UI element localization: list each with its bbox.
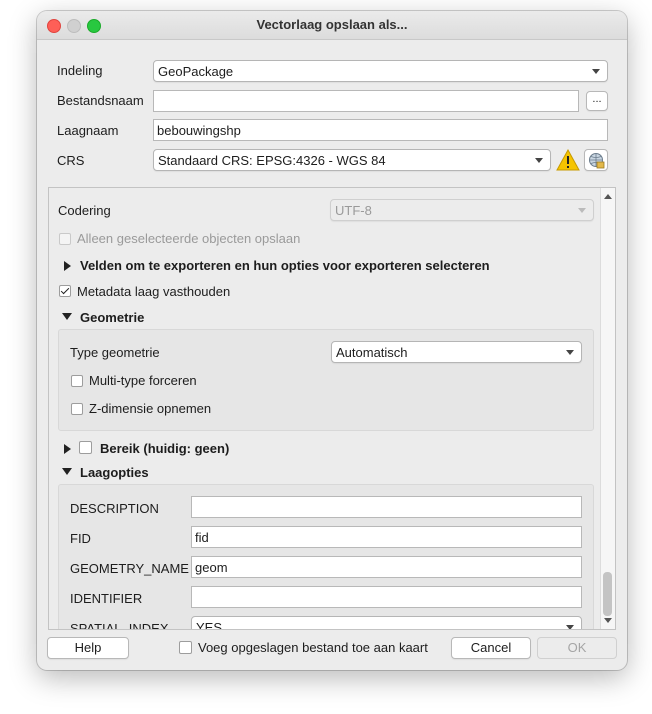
include-z-checkbox[interactable]: [71, 403, 83, 415]
layer-option-fid-input[interactable]: fid: [191, 526, 582, 548]
cancel-button[interactable]: Cancel: [451, 637, 531, 659]
keep-metadata-checkbox[interactable]: [59, 285, 71, 297]
fields-section-toggle[interactable]: Velden om te exporteren en hun opties vo…: [80, 257, 490, 275]
extent-checkbox[interactable]: [79, 441, 92, 454]
layer-option-value: geom: [195, 560, 228, 575]
layer-options-section-toggle[interactable]: Laagopties: [80, 464, 149, 482]
force-multi-checkbox[interactable]: [71, 375, 83, 387]
layername-label: Laagnaam: [57, 123, 119, 138]
save-vector-layer-dialog: Vectorlaag opslaan als... Indeling GeoPa…: [37, 11, 627, 670]
ok-button[interactable]: OK: [537, 637, 617, 659]
crs-value: Standaard CRS: EPSG:4326 - WGS 84: [158, 153, 386, 168]
browse-button[interactable]: ...: [586, 91, 608, 111]
encoding-value: UTF-8: [335, 203, 372, 218]
scroll-down-icon[interactable]: [604, 618, 612, 623]
layername-input[interactable]: bebouwingshp: [153, 119, 608, 141]
title-bar: Vectorlaag opslaan als...: [37, 11, 627, 40]
warning-icon: [556, 148, 580, 171]
layer-option-key: FID: [70, 531, 91, 546]
format-combobox[interactable]: GeoPackage: [153, 60, 608, 82]
format-label: Indeling: [57, 63, 103, 78]
layer-option-key: SPATIAL_INDEX: [70, 621, 169, 630]
include-z-label: Z-dimensie opnemen: [89, 401, 212, 416]
layer-option-key: DESCRIPTION: [70, 501, 159, 516]
geometry-type-combobox[interactable]: Automatisch: [331, 341, 582, 363]
chevron-down-icon: [566, 625, 574, 629]
layer-option-geometry-name-input[interactable]: geom: [191, 556, 582, 578]
scrollbar-thumb[interactable]: [603, 572, 612, 616]
keep-metadata-label: Metadata laag vasthouden: [77, 284, 231, 299]
window-title: Vectorlaag opslaan als...: [256, 17, 408, 32]
crs-label: CRS: [57, 153, 85, 168]
collapse-down-icon[interactable]: [62, 313, 72, 320]
scroll-up-icon[interactable]: [604, 194, 612, 199]
vertical-scrollbar[interactable]: [600, 188, 615, 629]
options-scroll-area[interactable]: Codering UTF-8 Alleen geselecteerde obje…: [48, 187, 616, 630]
extent-section-toggle[interactable]: Bereik (huidig: geen): [100, 440, 229, 458]
encoding-combobox[interactable]: UTF-8: [330, 199, 594, 221]
expand-right-icon[interactable]: [64, 261, 71, 271]
chevron-down-icon: [535, 158, 543, 163]
add-to-map-checkbox[interactable]: [179, 641, 192, 654]
layer-option-value: YES: [196, 620, 223, 630]
expand-right-icon[interactable]: [64, 444, 71, 454]
geometry-type-label: Type geometrie: [70, 345, 160, 360]
crs-select-button[interactable]: [584, 149, 608, 171]
add-to-map-label: Voeg opgeslagen bestand toe aan kaart: [198, 640, 428, 655]
selected-only-checkbox[interactable]: [59, 233, 71, 245]
layername-value: bebouwingshp: [157, 123, 241, 138]
layer-option-key: GEOMETRY_NAME: [70, 561, 189, 576]
filename-label: Bestandsnaam: [57, 93, 144, 108]
layer-option-description-input[interactable]: [191, 496, 582, 518]
geometry-section-toggle[interactable]: Geometrie: [80, 309, 144, 327]
crs-combobox[interactable]: Standaard CRS: EPSG:4326 - WGS 84: [153, 149, 551, 171]
geometry-group: Type geometrie Automatisch Multi-type fo…: [58, 329, 594, 431]
layer-options-group: DESCRIPTION FID fid GEOMETRY_NAME geom I…: [58, 484, 594, 630]
encoding-label: Codering: [58, 203, 111, 218]
geometry-type-value: Automatisch: [336, 345, 408, 360]
chevron-down-icon: [578, 208, 586, 213]
format-value: GeoPackage: [158, 64, 234, 79]
layer-option-key: IDENTIFIER: [70, 591, 143, 606]
layer-option-value: fid: [195, 530, 209, 545]
crs-globe-icon: [588, 152, 605, 175]
layer-option-identifier-input[interactable]: [191, 586, 582, 608]
filename-input[interactable]: [153, 90, 579, 112]
chevron-down-icon: [592, 69, 600, 74]
force-multi-label: Multi-type forceren: [89, 373, 197, 388]
collapse-down-icon[interactable]: [62, 468, 72, 475]
selected-only-label: Alleen geselecteerde objecten opslaan: [77, 231, 301, 246]
chevron-down-icon: [566, 350, 574, 355]
help-button[interactable]: Help: [47, 637, 129, 659]
layer-option-spatial-index-combobox[interactable]: YES: [191, 616, 582, 630]
